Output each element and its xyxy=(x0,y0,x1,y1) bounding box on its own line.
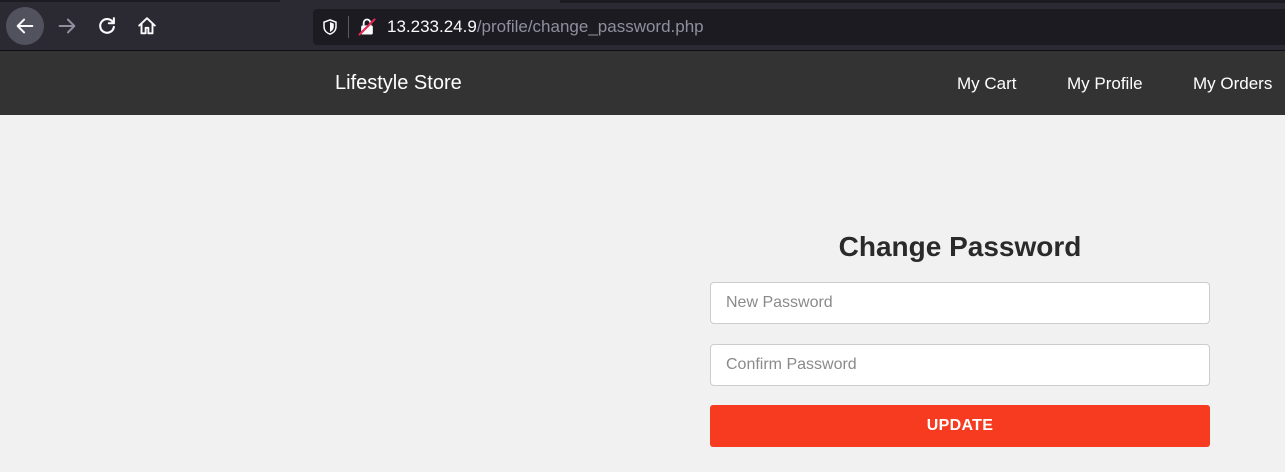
insecure-lock-icon[interactable] xyxy=(357,17,377,37)
shield-icon[interactable] xyxy=(321,18,339,36)
forward-arrow-icon xyxy=(58,18,76,34)
nav-link-my-cart[interactable]: My Cart xyxy=(957,73,1017,95)
browser-toolbar: 13.233.24.9/profile/change_password.php xyxy=(0,0,1285,51)
tab-strip-right xyxy=(560,0,1285,3)
update-button[interactable]: UPDATE xyxy=(710,405,1210,447)
page-title: Change Password xyxy=(838,231,1082,262)
url-host: 13.233.24.9 xyxy=(387,17,477,36)
url-path: /profile/change_password.php xyxy=(476,17,704,36)
nav-link-my-profile[interactable]: My Profile xyxy=(1067,73,1143,95)
reload-button[interactable] xyxy=(88,7,126,45)
brand-link[interactable]: Lifestyle Store xyxy=(335,71,462,95)
url-separator xyxy=(348,16,349,38)
back-arrow-icon xyxy=(16,18,34,34)
home-button[interactable] xyxy=(128,7,166,45)
url-text[interactable]: 13.233.24.9/profile/change_password.php xyxy=(387,17,704,37)
nav-link-my-orders[interactable]: My Orders xyxy=(1193,73,1272,95)
new-password-input[interactable] xyxy=(710,282,1210,324)
forward-button[interactable] xyxy=(48,7,86,45)
reload-icon xyxy=(99,17,115,34)
back-button[interactable] xyxy=(6,7,44,45)
confirm-password-input[interactable] xyxy=(710,344,1210,386)
tab-strip xyxy=(0,0,280,2)
home-icon xyxy=(138,17,156,35)
address-bar[interactable]: 13.233.24.9/profile/change_password.php xyxy=(313,9,1285,45)
site-navbar: Lifestyle Store My Cart My Profile My Or… xyxy=(0,51,1285,115)
